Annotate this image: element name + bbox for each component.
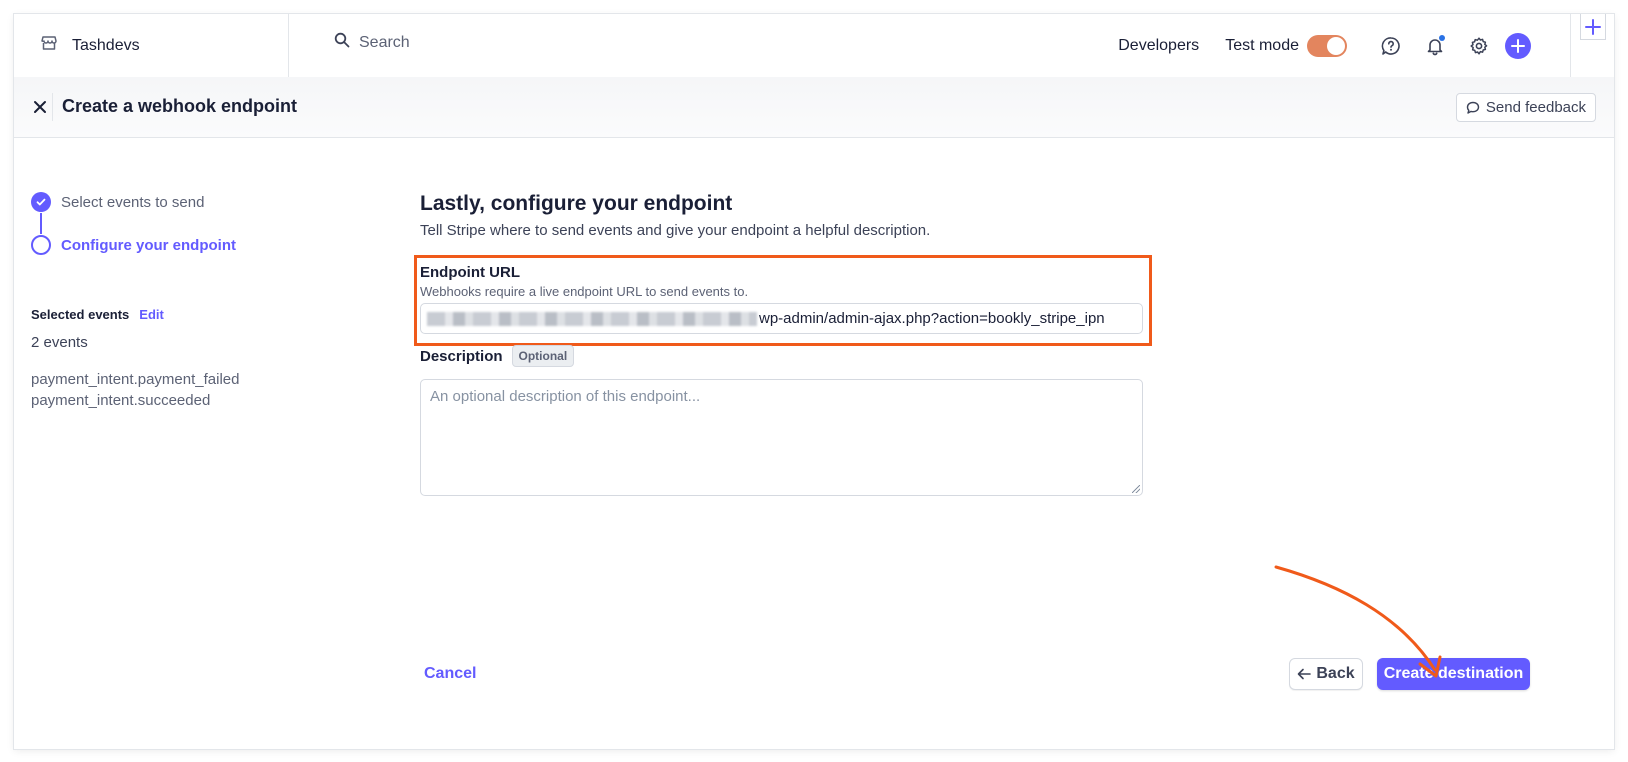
header-divider xyxy=(52,93,53,121)
search-placeholder: Search xyxy=(359,33,410,51)
app-window: Tashdevs Search Developers Test mode Cre… xyxy=(14,14,1614,749)
step-current-icon xyxy=(31,235,51,255)
selected-events-panel: Selected events Edit 2 events payment_in… xyxy=(31,307,239,411)
endpoint-url-input[interactable]: wp-admin/admin-ajax.php?action=bookly_st… xyxy=(420,303,1143,334)
form-subtitle: Tell Stripe where to send events and giv… xyxy=(420,222,931,239)
step-connector xyxy=(40,213,42,234)
notification-dot xyxy=(1439,34,1445,41)
top-right-controls: Developers Test mode xyxy=(1118,14,1531,77)
speech-bubble-icon xyxy=(1466,101,1480,114)
account-switcher[interactable]: Tashdevs xyxy=(14,14,289,77)
settings-button[interactable] xyxy=(1457,26,1501,66)
gear-icon xyxy=(1470,36,1488,55)
step-configure-endpoint: Configure your endpoint xyxy=(31,234,236,256)
step-select-events[interactable]: Select events to send xyxy=(31,191,236,213)
close-button[interactable] xyxy=(28,95,52,119)
endpoint-form: Lastly, configure your endpoint Tell Str… xyxy=(414,192,1160,496)
step-complete-icon xyxy=(31,192,51,212)
redacted-domain xyxy=(427,311,757,326)
cancel-button[interactable]: Cancel xyxy=(424,665,476,683)
test-mode-label: Test mode xyxy=(1225,36,1299,54)
events-count: 2 events xyxy=(31,334,88,351)
step-label: Configure your endpoint xyxy=(61,236,236,254)
description-label-row: Description Optional xyxy=(420,345,575,367)
arrow-left-icon xyxy=(1298,668,1312,680)
list-item: payment_intent.succeeded xyxy=(31,392,211,409)
account-name: Tashdevs xyxy=(72,36,140,54)
side-panel-toggle[interactable] xyxy=(1570,14,1614,77)
optional-badge: Optional xyxy=(511,345,575,367)
send-feedback-label: Send feedback xyxy=(1485,99,1586,116)
endpoint-url-help: Webhooks require a live endpoint URL to … xyxy=(420,284,749,299)
notifications-button[interactable] xyxy=(1413,26,1457,66)
search-icon xyxy=(334,32,350,53)
close-icon xyxy=(34,101,46,113)
create-destination-button[interactable]: Create destination xyxy=(1377,658,1530,690)
page-header: Create a webhook endpoint Send feedback xyxy=(14,77,1614,138)
create-new-button[interactable] xyxy=(1505,32,1531,59)
description-textarea[interactable]: An optional description of this endpoint… xyxy=(420,379,1143,496)
developers-link[interactable]: Developers xyxy=(1118,37,1199,55)
edit-events-link[interactable]: Edit xyxy=(139,307,164,322)
help-button[interactable] xyxy=(1369,26,1413,66)
form-title: Lastly, configure your endpoint xyxy=(420,192,733,215)
page-title: Create a webhook endpoint xyxy=(62,96,298,116)
back-button[interactable]: Back xyxy=(1289,658,1363,690)
event-list: payment_intent.payment_failed payment_in… xyxy=(31,369,239,411)
description-label: Description xyxy=(420,347,503,365)
step-label: Select events to send xyxy=(61,193,205,211)
resize-handle[interactable] xyxy=(1132,485,1140,493)
test-mode-toggle[interactable] xyxy=(1307,34,1347,57)
help-icon xyxy=(1381,36,1400,55)
description-placeholder: An optional description of this endpoint… xyxy=(430,388,701,405)
search-bar[interactable]: Search xyxy=(334,32,410,53)
list-item: payment_intent.payment_failed xyxy=(31,371,240,388)
store-icon xyxy=(40,34,58,57)
plus-icon xyxy=(1511,38,1525,53)
back-label: Back xyxy=(1316,665,1355,682)
progress-steps: Select events to send Configure your end… xyxy=(31,191,236,256)
endpoint-url-value: wp-admin/admin-ajax.php?action=bookly_st… xyxy=(759,310,1105,327)
top-bar: Tashdevs Search Developers Test mode xyxy=(14,14,1614,77)
send-feedback-button[interactable]: Send feedback xyxy=(1455,93,1596,122)
plus-icon xyxy=(1584,18,1601,35)
selected-events-title: Selected events xyxy=(31,307,130,322)
endpoint-url-label: Endpoint URL xyxy=(420,264,520,281)
